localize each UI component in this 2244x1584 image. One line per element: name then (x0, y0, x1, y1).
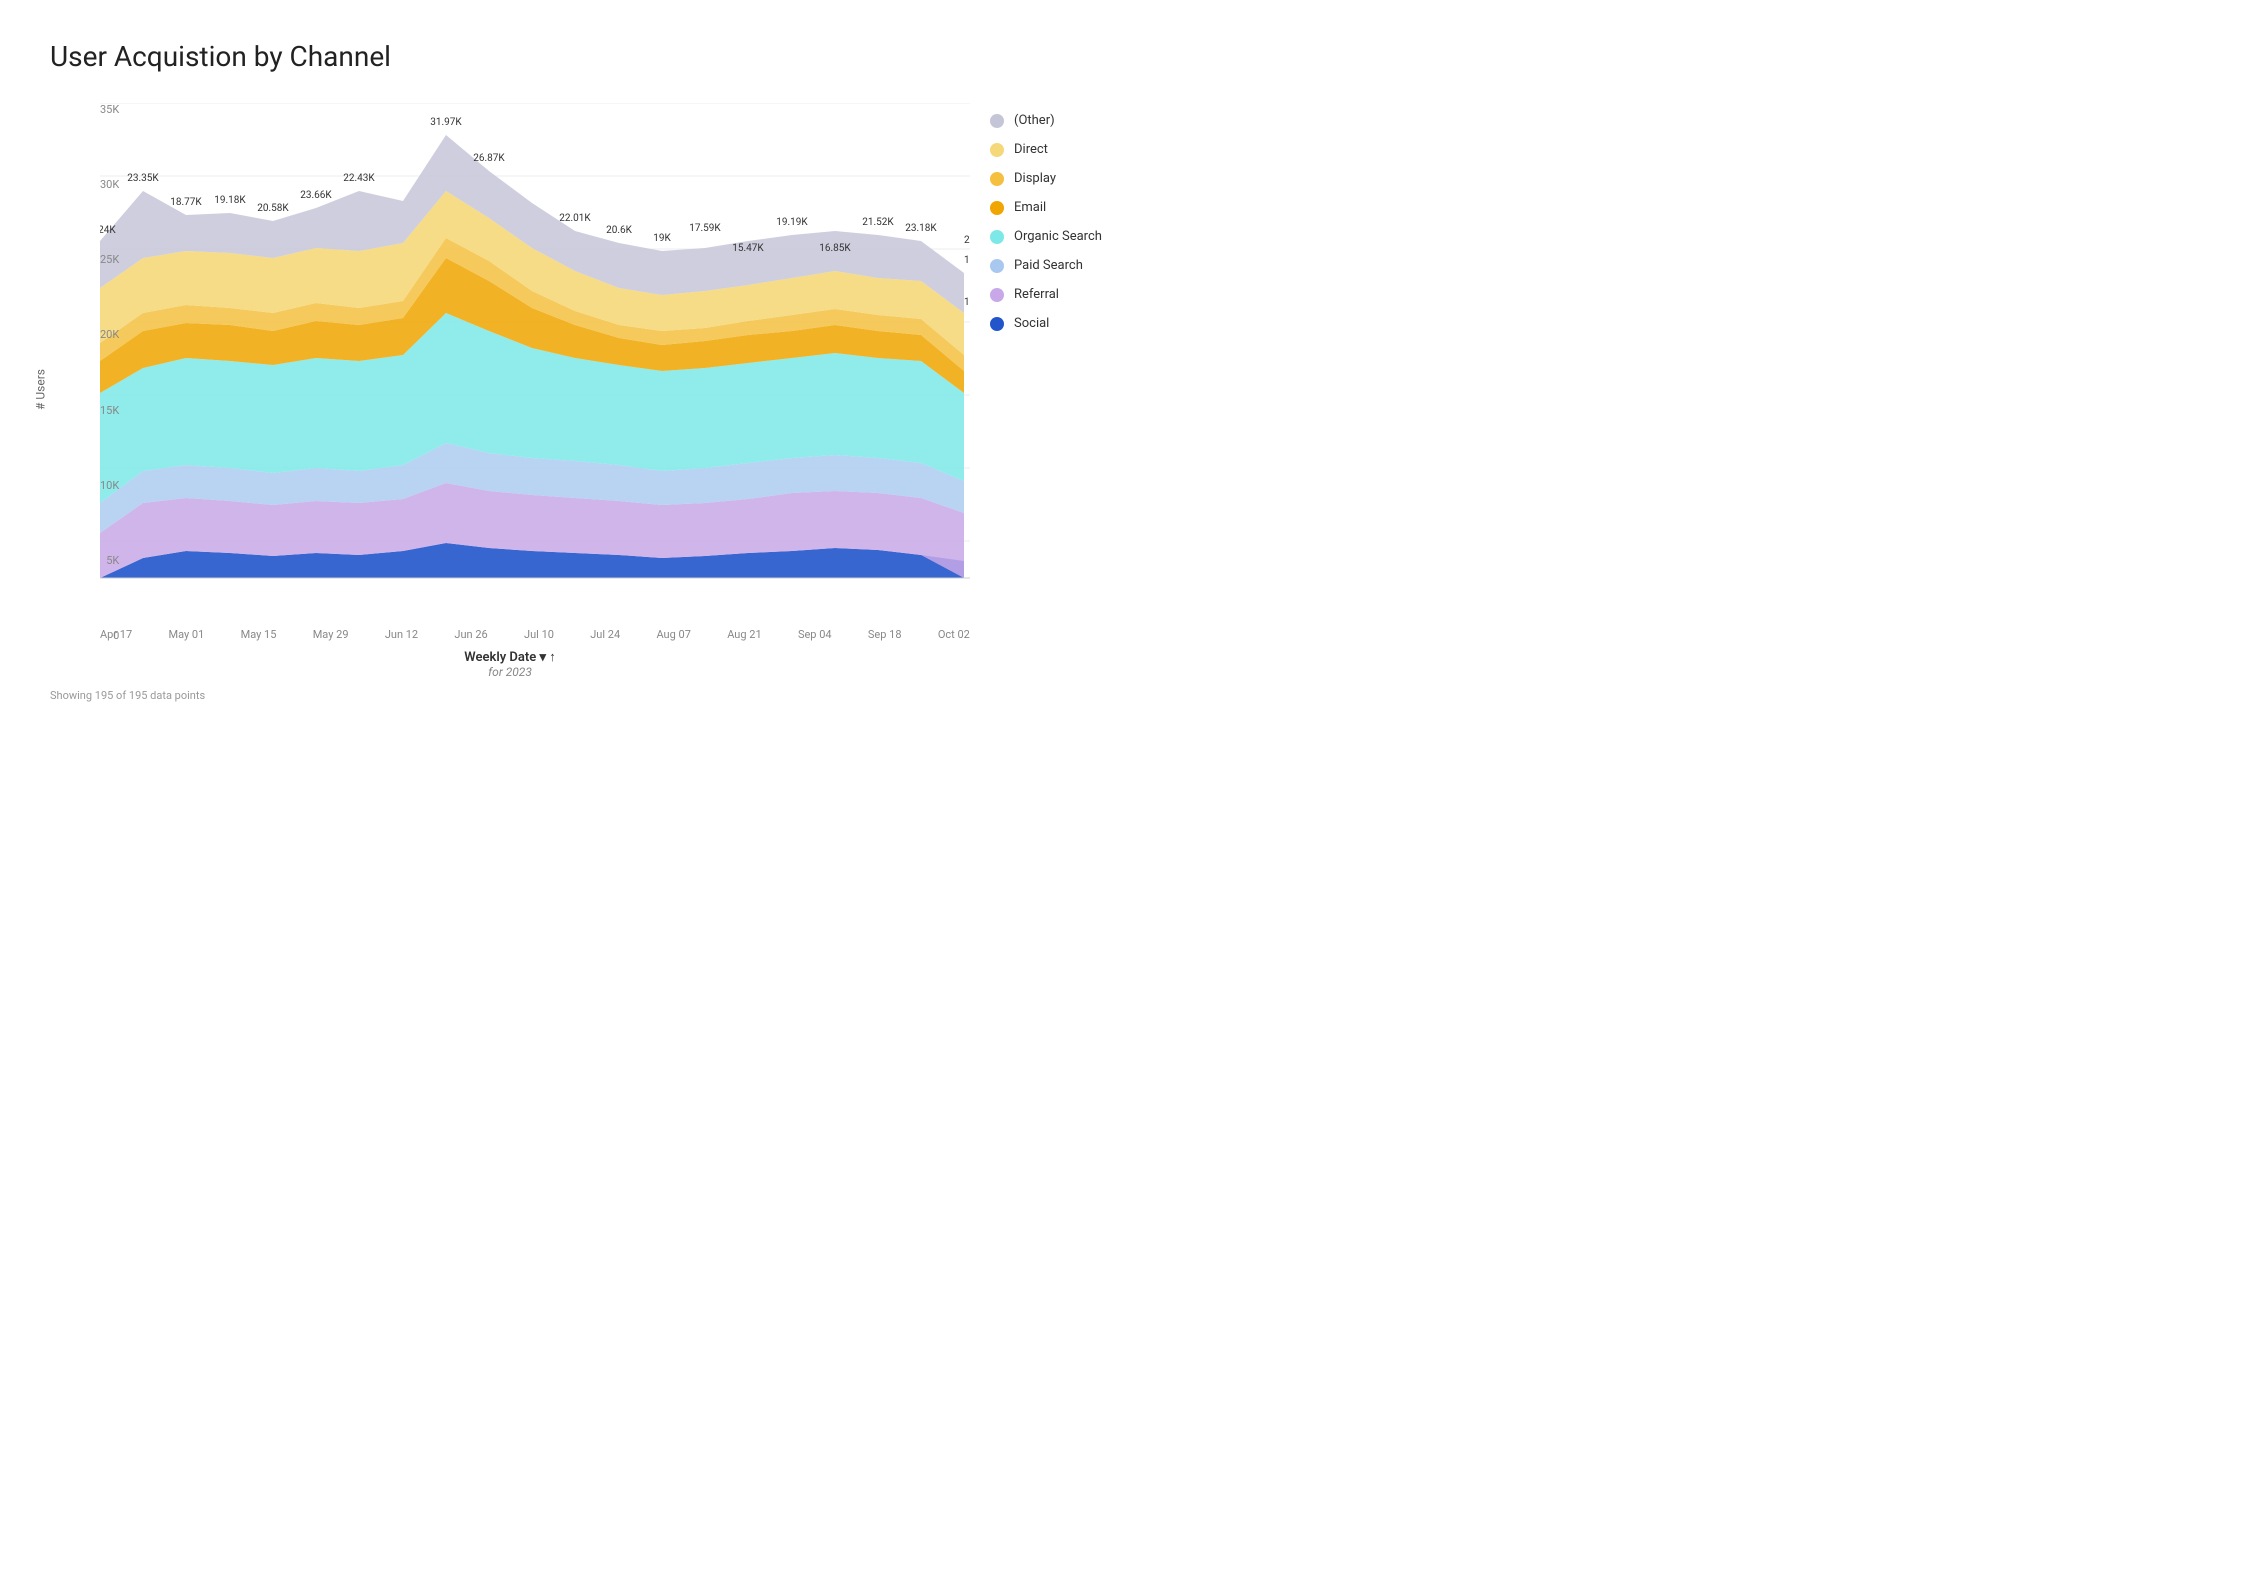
legend-dot (990, 230, 1004, 244)
label-jun26: 22.01K (559, 213, 591, 224)
label-sep18: 23.18K (905, 223, 937, 234)
legend-label: Social (1014, 316, 1049, 331)
legend-label: Referral (1014, 287, 1059, 302)
label-aug21: 16.85K (819, 243, 851, 254)
label-jul24: 17.59K (689, 223, 721, 234)
legend-item-social: Social (990, 316, 1150, 331)
legend-label: (Other) (1014, 113, 1055, 128)
label-jun12b: 26.87K (473, 153, 505, 164)
legend-label: Paid Search (1014, 258, 1083, 273)
legend-dot (990, 259, 1004, 273)
legend-dot (990, 114, 1004, 128)
area-chart: 17.24K 23.35K 18.77K 19.18K 20.58K 23.66… (100, 103, 970, 623)
label-oct02b: 11.12K (964, 297, 970, 308)
label-sep18b: 21.6K (964, 235, 970, 246)
label-may15b: 20.58K (257, 203, 289, 214)
chart-container: # Users 35K 30K 25K 20K 15K 10K 5K 0 (50, 103, 1072, 702)
label-jul10: 19K (653, 233, 671, 244)
legend-dot (990, 201, 1004, 215)
x-axis-labels: Apr 17 May 01 May 15 May 29 Jun 12 Jun 2… (100, 628, 970, 641)
legend-dot (990, 143, 1004, 157)
chart-title: User Acquistion by Channel (50, 40, 1072, 73)
label-may01: 23.35K (127, 173, 159, 184)
legend-item-display: Display (990, 171, 1150, 186)
legend-label: Direct (1014, 142, 1048, 157)
legend-label: Email (1014, 200, 1046, 215)
legend-label: Organic Search (1014, 229, 1102, 244)
legend-item-email: Email (990, 200, 1150, 215)
x-axis-title[interactable]: Weekly Date ▾ ↑ (50, 649, 970, 665)
footer-note: Showing 195 of 195 data points (50, 689, 970, 702)
label-sep04: 21.52K (862, 217, 894, 228)
label-aug07: 19.19K (776, 217, 808, 228)
legend-label: Display (1014, 171, 1056, 186)
label-jul24b: 15.47K (732, 243, 764, 254)
label-jun12: 31.97K (430, 117, 462, 128)
legend-item-paid-search: Paid Search (990, 258, 1150, 273)
y-axis-label: # Users (33, 369, 47, 410)
chart-area: # Users 35K 30K 25K 20K 15K 10K 5K 0 (50, 103, 970, 702)
label-may01b: 18.77K (170, 197, 202, 208)
legend: (Other) Direct Display Email Organic Search P… (990, 103, 1150, 702)
legend-dot (990, 288, 1004, 302)
legend-dot (990, 172, 1004, 186)
x-axis-subtitle: for 2023 (50, 665, 970, 679)
label-may29b: 22.43K (343, 173, 375, 184)
label-may15: 19.18K (214, 195, 246, 206)
label-jun26b: 20.6K (606, 225, 632, 236)
label-oct02a: 17.07K (964, 255, 970, 266)
legend-dot (990, 317, 1004, 331)
legend-item-organic-search: Organic Search (990, 229, 1150, 244)
legend-item--other-: (Other) (990, 113, 1150, 128)
legend-item-referral: Referral (990, 287, 1150, 302)
y-axis: 35K 30K 25K 20K 15K 10K 5K 0 (100, 103, 119, 642)
legend-item-direct: Direct (990, 142, 1150, 157)
label-may29: 23.66K (300, 190, 332, 201)
